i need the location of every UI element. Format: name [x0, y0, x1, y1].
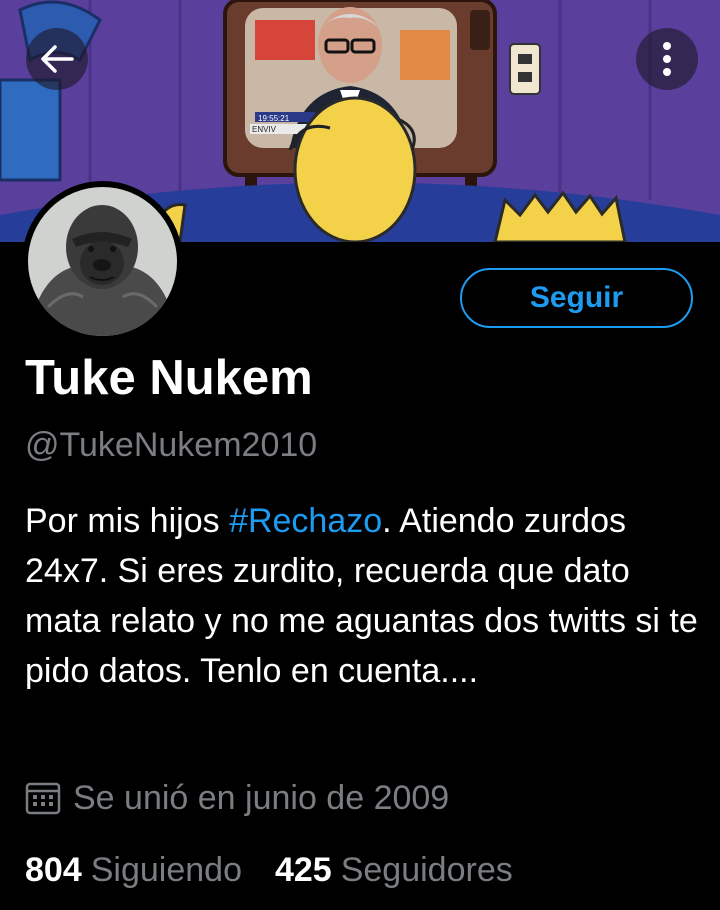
- following-label: Siguiendo: [90, 850, 242, 889]
- followers-label: Seguidores: [340, 850, 513, 889]
- followers-link[interactable]: 425 Seguidores: [275, 851, 513, 890]
- svg-text:ENVIV: ENVIV: [252, 125, 277, 134]
- profile-bio: Por mis hijos #Rechazo. Atiendo zurdos 2…: [25, 496, 705, 696]
- profile-name: Tuke Nukem: [25, 351, 313, 405]
- follow-button[interactable]: Seguir: [460, 268, 693, 328]
- avatar-image: [28, 187, 177, 336]
- svg-text:19:55:21: 19:55:21: [258, 114, 290, 123]
- calendar-icon: [25, 782, 61, 815]
- bio-text-before: Por mis hijos: [25, 502, 230, 540]
- more-vertical-icon: [663, 42, 671, 76]
- follow-stats: 804 Siguiendo 425 Seguidores: [25, 848, 513, 892]
- following-count: 804: [25, 850, 82, 889]
- back-button[interactable]: [26, 28, 88, 90]
- followers-count: 425: [274, 850, 332, 889]
- bio-hashtag-link[interactable]: #Rechazo: [229, 502, 382, 540]
- joined-date-text: Se unió en junio de 2009: [73, 778, 450, 817]
- avatar[interactable]: [22, 181, 183, 342]
- arrow-left-icon: [41, 45, 74, 73]
- joined-date: Se unió en junio de 2009: [25, 776, 449, 820]
- more-options-button[interactable]: [636, 28, 698, 90]
- following-link[interactable]: 804 Siguiendo: [25, 851, 242, 890]
- profile-handle: @TukeNukem2010: [25, 426, 318, 464]
